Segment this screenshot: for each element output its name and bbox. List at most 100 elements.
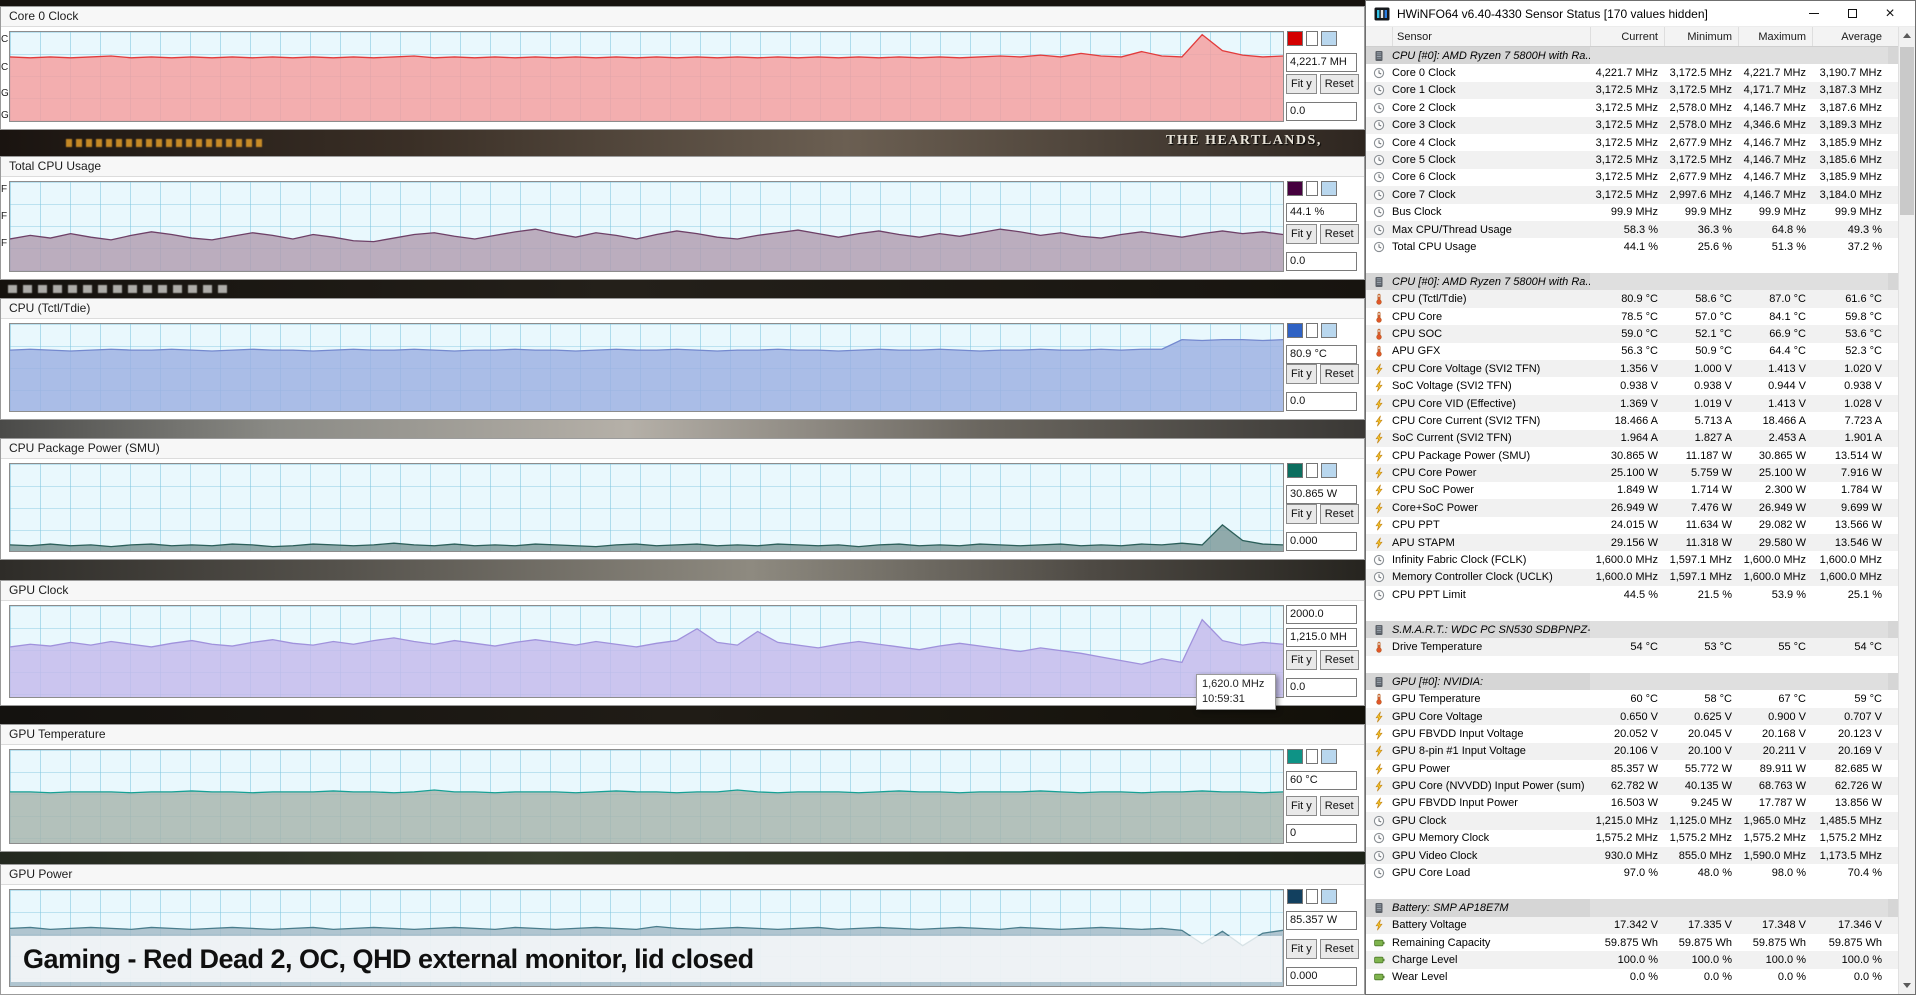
table-row[interactable]: GPU Core Load97.0 %48.0 %98.0 %70.4 % [1366, 864, 1898, 881]
graph-window-title[interactable]: Core 0 Clock [1, 7, 1364, 27]
graph-plot-area[interactable] [9, 605, 1284, 698]
table-row[interactable]: SoC Voltage (SVI2 TFN)0.938 V0.938 V0.94… [1366, 377, 1898, 394]
series-style-box[interactable] [1306, 323, 1318, 338]
series-style-box[interactable] [1306, 463, 1318, 478]
table-row[interactable]: CPU Core Current (SVI2 TFN)18.466 A5.713… [1366, 412, 1898, 429]
graph-plot-area[interactable] [9, 463, 1284, 552]
fit-y-button[interactable]: Fit y [1286, 364, 1317, 384]
background-color-swatch[interactable] [1321, 463, 1337, 478]
series-style-controls[interactable] [1287, 463, 1337, 478]
table-row[interactable]: GPU Clock1,215.0 MHz1,125.0 MHz1,965.0 M… [1366, 812, 1898, 829]
scrollbar-up-arrow[interactable] [1899, 27, 1915, 44]
table-row[interactable]: GPU Temperature60 °C58 °C67 °C59 °C [1366, 690, 1898, 707]
column-header-minimum[interactable]: Minimum [1664, 27, 1738, 46]
table-row[interactable]: CPU Core Voltage (SVI2 TFN)1.356 V1.000 … [1366, 360, 1898, 377]
table-row[interactable]: GPU 8-pin #1 Input Voltage20.106 V20.100… [1366, 743, 1898, 760]
y-axis-min-input[interactable]: 0.0 [1286, 102, 1357, 121]
table-row[interactable]: Core 0 Clock4,221.7 MHz3,172.5 MHz4,221.… [1366, 64, 1898, 81]
series-color-swatch[interactable] [1287, 31, 1303, 46]
graph-window-title[interactable]: CPU Package Power (SMU) [1, 439, 1364, 459]
current-value-box[interactable]: 60 °C [1286, 771, 1357, 790]
table-row[interactable]: SoC Current (SVI2 TFN)1.964 A1.827 A2.45… [1366, 430, 1898, 447]
current-value-box[interactable]: 4,221.7 MH [1286, 53, 1357, 72]
scrollbar-thumb[interactable] [1900, 47, 1914, 215]
y-axis-min-input[interactable]: 0.0 [1286, 678, 1357, 697]
column-header-maximum[interactable]: Maximum [1738, 27, 1812, 46]
table-row[interactable]: Max CPU/Thread Usage58.3 %36.3 %64.8 %49… [1366, 221, 1898, 238]
reset-button[interactable]: Reset [1320, 224, 1359, 244]
background-color-swatch[interactable] [1321, 31, 1337, 46]
background-color-swatch[interactable] [1321, 749, 1337, 764]
graph-window-title[interactable]: CPU (Tctl/Tdie) [1, 299, 1364, 319]
table-row[interactable]: Core 6 Clock3,172.5 MHz2,677.9 MHz4,146.… [1366, 169, 1898, 186]
background-color-swatch[interactable] [1321, 181, 1337, 196]
table-row[interactable]: CPU PPT24.015 W11.634 W29.082 W13.566 W [1366, 517, 1898, 534]
scrollbar-down-arrow[interactable] [1899, 977, 1915, 994]
series-color-swatch[interactable] [1287, 749, 1303, 764]
table-row[interactable]: Remaining Capacity59.875 Wh59.875 Wh59.8… [1366, 934, 1898, 951]
table-row[interactable]: Wear Level0.0 %0.0 %0.0 %0.0 % [1366, 969, 1898, 986]
fit-y-button[interactable]: Fit y [1286, 650, 1317, 670]
table-row[interactable]: Core+SoC Power26.949 W7.476 W26.949 W9.6… [1366, 499, 1898, 516]
table-row[interactable]: CPU Core Power25.100 W5.759 W25.100 W7.9… [1366, 464, 1898, 481]
table-row[interactable]: APU GFX56.3 °C50.9 °C64.4 °C52.3 °C [1366, 343, 1898, 360]
graph-plot-area[interactable] [9, 323, 1284, 412]
table-row[interactable]: CPU SOC59.0 °C52.1 °C66.9 °C53.6 °C [1366, 325, 1898, 342]
table-group-row[interactable]: CPU [#0]: AMD Ryzen 7 5800H with Ra... [1366, 273, 1898, 290]
graph-plot-area[interactable] [9, 749, 1284, 844]
table-row[interactable]: Battery Voltage17.342 V17.335 V17.348 V1… [1366, 917, 1898, 934]
table-row[interactable]: CPU (Tctl/Tdie)80.9 °C58.6 °C87.0 °C61.6… [1366, 290, 1898, 307]
reset-button[interactable]: Reset [1320, 796, 1359, 816]
graph-window-title[interactable]: Total CPU Usage [1, 157, 1364, 177]
maximize-button[interactable] [1833, 2, 1871, 26]
table-row[interactable]: CPU Core78.5 °C57.0 °C84.1 °C59.8 °C [1366, 308, 1898, 325]
table-row[interactable]: Memory Controller Clock (UCLK)1,600.0 MH… [1366, 569, 1898, 586]
fit-y-button[interactable]: Fit y [1286, 796, 1317, 816]
series-style-controls[interactable] [1287, 749, 1337, 764]
table-row[interactable]: Core 4 Clock3,172.5 MHz2,677.9 MHz4,146.… [1366, 134, 1898, 151]
series-style-controls[interactable] [1287, 323, 1337, 338]
series-style-controls[interactable] [1287, 31, 1337, 46]
table-row[interactable]: Total CPU Usage44.1 %25.6 %51.3 %37.2 % [1366, 238, 1898, 255]
table-row[interactable]: CPU Core VID (Effective)1.369 V1.019 V1.… [1366, 395, 1898, 412]
fit-y-button[interactable]: Fit y [1286, 504, 1317, 524]
table-row[interactable]: APU STAPM29.156 W11.318 W29.580 W13.546 … [1366, 534, 1898, 551]
y-axis-max-input[interactable]: 2000.0 [1286, 605, 1357, 624]
table-row[interactable]: Bus Clock99.9 MHz99.9 MHz99.9 MHz99.9 MH… [1366, 204, 1898, 221]
table-group-row[interactable]: Battery: SMP AP18E7M [1366, 899, 1898, 916]
y-axis-min-input[interactable]: 0.000 [1286, 967, 1357, 986]
fit-y-button[interactable]: Fit y [1286, 939, 1317, 959]
table-group-row[interactable]: CPU [#0]: AMD Ryzen 7 5800H with Ra... [1366, 47, 1898, 64]
series-color-swatch[interactable] [1287, 323, 1303, 338]
current-value-box[interactable]: 85.357 W [1286, 911, 1357, 930]
table-row[interactable]: Drive Temperature54 °C53 °C55 °C54 °C [1366, 638, 1898, 655]
graph-plot-area[interactable]: Gaming - Red Dead 2, OC, QHD external mo… [9, 889, 1284, 987]
current-value-box[interactable]: 30.865 W [1286, 485, 1357, 504]
reset-button[interactable]: Reset [1320, 939, 1359, 959]
table-row[interactable]: Core 5 Clock3,172.5 MHz3,172.5 MHz4,146.… [1366, 151, 1898, 168]
table-row[interactable]: Core 3 Clock3,172.5 MHz2,578.0 MHz4,346.… [1366, 117, 1898, 134]
minimize-button[interactable] [1795, 2, 1833, 26]
table-row[interactable]: CPU Package Power (SMU)30.865 W11.187 W3… [1366, 447, 1898, 464]
y-axis-min-input[interactable]: 0.000 [1286, 532, 1357, 551]
table-row[interactable]: GPU Core Voltage0.650 V0.625 V0.900 V0.7… [1366, 708, 1898, 725]
series-color-swatch[interactable] [1287, 181, 1303, 196]
y-axis-min-input[interactable]: 0.0 [1286, 392, 1357, 411]
table-row[interactable]: Charge Level100.0 %100.0 %100.0 %100.0 % [1366, 951, 1898, 968]
series-style-box[interactable] [1306, 749, 1318, 764]
table-row[interactable]: Infinity Fabric Clock (FCLK)1,600.0 MHz1… [1366, 551, 1898, 568]
fit-y-button[interactable]: Fit y [1286, 74, 1317, 94]
table-row[interactable]: CPU PPT Limit44.5 %21.5 %53.9 %25.1 % [1366, 586, 1898, 603]
column-header-current[interactable]: Current [1590, 27, 1664, 46]
table-row[interactable]: GPU Memory Clock1,575.2 MHz1,575.2 MHz1,… [1366, 830, 1898, 847]
column-header-average[interactable]: Average [1812, 27, 1888, 46]
fit-y-button[interactable]: Fit y [1286, 224, 1317, 244]
series-style-box[interactable] [1306, 889, 1318, 904]
series-style-box[interactable] [1306, 31, 1318, 46]
reset-button[interactable]: Reset [1320, 504, 1359, 524]
graph-window-title[interactable]: GPU Power [1, 865, 1364, 885]
table-row[interactable]: GPU FBVDD Input Voltage20.052 V20.045 V2… [1366, 725, 1898, 742]
current-value-box[interactable]: 44.1 % [1286, 203, 1357, 222]
close-button[interactable]: × [1871, 2, 1909, 26]
graph-plot-area[interactable] [9, 31, 1284, 122]
